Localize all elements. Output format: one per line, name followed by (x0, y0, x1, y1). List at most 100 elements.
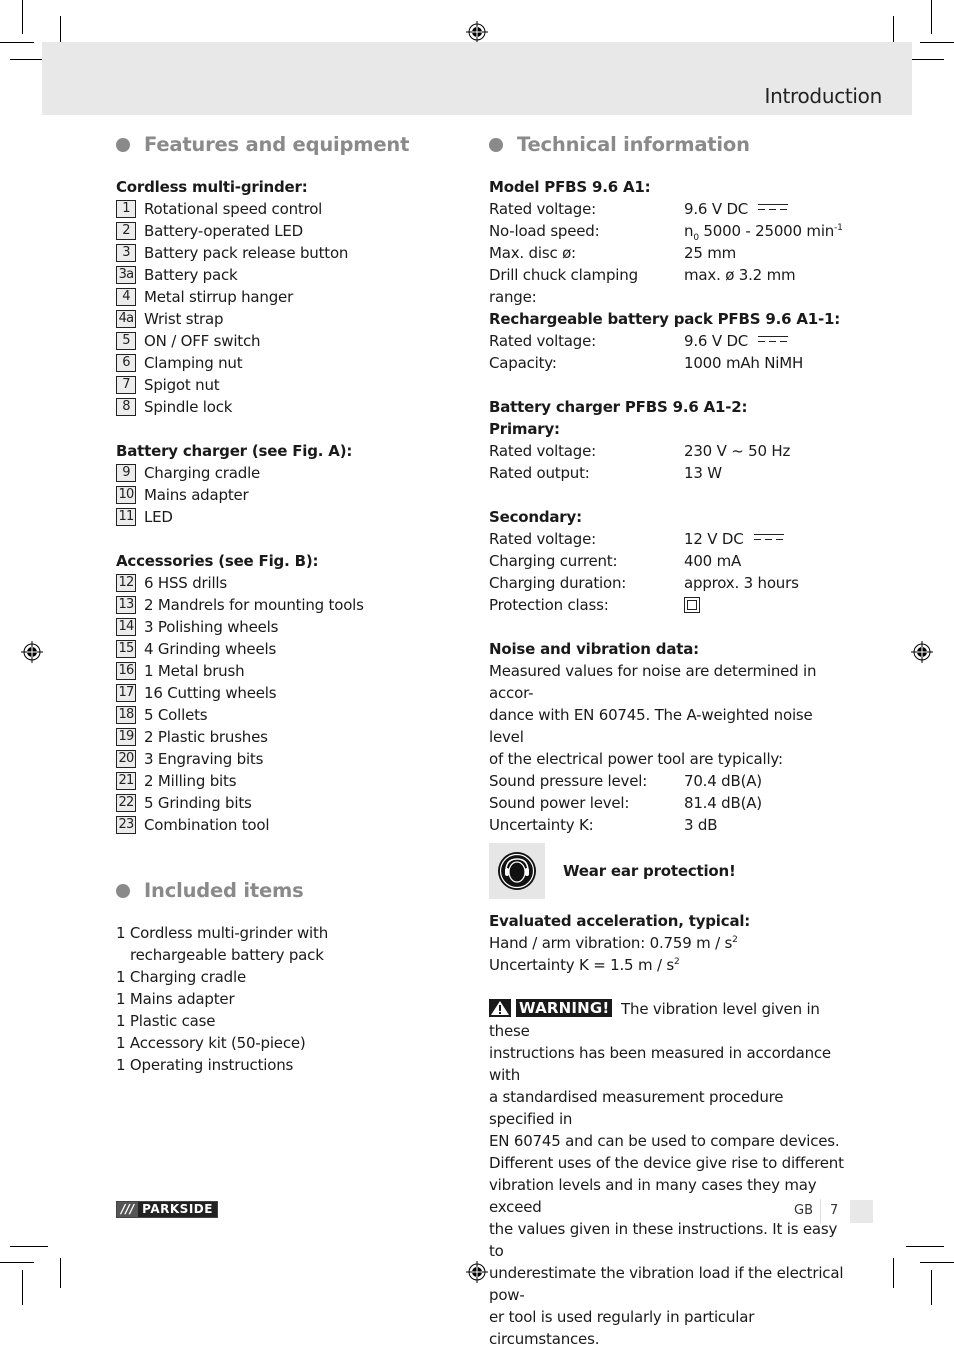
subheading-primary: Primary: (489, 420, 560, 438)
part-number-box: 18 (116, 706, 136, 724)
warning-triangle-icon (489, 998, 511, 1017)
subheading-battery: Rechargeable battery pack PFBS 9.6 A1-1: (489, 310, 841, 328)
item-label: 4 Grinding wheels (144, 640, 277, 658)
text-line: instructions has been measured in accord… (489, 1044, 831, 1084)
subheading-grinder: Cordless multi-grinder: (116, 178, 308, 196)
list-item: 19 2 Plastic brushes (116, 726, 446, 748)
item-label: Spigot nut (144, 376, 220, 394)
list-item: 17 16 Cutting wheels (116, 682, 446, 704)
included-item: 1 Mains adapter (116, 990, 235, 1008)
right-column: Technical information Model PFBS 9.6 A1:… (489, 130, 849, 1350)
item-label: 5 Collets (144, 706, 208, 724)
part-number-box: 5 (116, 332, 136, 350)
spec-row: Sound pressure level: 70.4 dB(A) (489, 772, 762, 790)
crop-mark (10, 1246, 48, 1247)
charger-parts-list: 9 Charging cradle 10 Mains adapter 11 LED (116, 462, 446, 528)
part-number-box: 4 (116, 288, 136, 306)
item-label: Spindle lock (144, 398, 233, 416)
included-item: 1 Operating instructions (116, 1056, 294, 1074)
section-title-included: Included items (116, 876, 446, 906)
item-label: Clamping nut (144, 354, 243, 372)
list-item: 1 Rotational speed control (116, 198, 446, 220)
item-label: 3 Engraving bits (144, 750, 264, 768)
part-number-box: 13 (116, 596, 136, 614)
spec-row: Charging duration: approx. 3 hours (489, 574, 799, 592)
spec-row: Uncertainty K: 3 dB (489, 816, 718, 834)
registration-mark-icon (466, 1261, 488, 1283)
part-number-box: 22 (116, 794, 136, 812)
vibration-warning: WARNING! The vibration level given in th… (489, 998, 849, 1350)
spec-row: Sound power level: 81.4 dB(A) (489, 794, 762, 812)
list-item: 10 Mains adapter (116, 484, 446, 506)
list-item: 16 1 Metal brush (116, 660, 446, 682)
spec-row: Charging current: 400 mA (489, 552, 742, 570)
part-number-box: 16 (116, 662, 136, 680)
part-number-box: 19 (116, 728, 136, 746)
bullet-dot-icon (489, 138, 503, 152)
text-line: a standardised measurement procedure spe… (489, 1088, 784, 1128)
list-item: 11 LED (116, 506, 446, 528)
ear-protection-label: Wear ear protection! (563, 862, 736, 880)
list-item: 3 Battery pack release button (116, 242, 446, 264)
item-label: 3 Polishing wheels (144, 618, 279, 636)
list-item: 4 Metal stirrup hanger (116, 286, 446, 308)
crop-mark (893, 1258, 894, 1288)
part-number-box: 11 (116, 508, 136, 526)
bullet-dot-icon (116, 884, 130, 898)
crop-mark (22, 1270, 23, 1305)
page-tab-box (850, 1200, 873, 1223)
crop-mark (0, 42, 34, 43)
spec-row: Rated output: 13 W (489, 464, 722, 482)
protection-class-ii-icon (684, 596, 700, 613)
list-item: 4a Wrist strap (116, 308, 446, 330)
part-number-box: 4a (116, 310, 136, 328)
list-item: 9 Charging cradle (116, 462, 446, 484)
registration-mark-icon (911, 641, 933, 663)
item-label: Charging cradle (144, 464, 261, 482)
included-item: 1 Charging cradle (116, 968, 246, 986)
list-item: 15 4 Grinding wheels (116, 638, 446, 660)
direct-current-icon (758, 203, 789, 212)
item-label: 6 HSS drills (144, 574, 228, 592)
footer-divider (820, 1199, 821, 1223)
part-number-box: 14 (116, 618, 136, 636)
list-item: 8 Spindle lock (116, 396, 446, 418)
crop-mark (931, 1270, 932, 1305)
list-item: 5 ON / OFF switch (116, 330, 446, 352)
text-line: er tool is used regularly in particular … (489, 1308, 755, 1348)
subheading-acceleration: Evaluated acceleration, typical: (489, 912, 751, 930)
hand-arm-vibration: Hand / arm vibration: 0.759 m / s2 (489, 934, 738, 952)
list-item: 6 Clamping nut (116, 352, 446, 374)
item-label: 2 Plastic brushes (144, 728, 268, 746)
text-line: Different uses of the device give rise t… (489, 1154, 844, 1172)
item-label: 5 Grinding bits (144, 794, 252, 812)
language-code: GB (794, 1203, 813, 1218)
crop-mark (931, 0, 932, 34)
list-item: 2 Battery-operated LED (116, 220, 446, 242)
list-item: 12 6 HSS drills (116, 572, 446, 594)
item-label: 16 Cutting wheels (144, 684, 277, 702)
page-number: 7 (830, 1203, 839, 1218)
list-item: 22 5 Grinding bits (116, 792, 446, 814)
part-number-box: 23 (116, 816, 136, 834)
subheading-accessories: Accessories (see Fig. B): (116, 552, 319, 570)
part-number-box: 6 (116, 354, 136, 372)
spec-row: Rated voltage: 12 V DC (489, 528, 849, 550)
spec-row: Drill chuck clamping range: max. ø 3.2 m… (489, 266, 796, 306)
item-label: Combination tool (144, 816, 270, 834)
item-label: Rotational speed control (144, 200, 323, 218)
item-label: 2 Mandrels for mounting tools (144, 596, 364, 614)
subheading-charger: Battery charger (see Fig. A): (116, 442, 353, 460)
part-number-box: 1 (116, 200, 136, 218)
spec-row: Protection class: (489, 594, 849, 616)
item-label: Battery pack release button (144, 244, 349, 262)
accessories-list: 12 6 HSS drills 13 2 Mandrels for mounting … (116, 572, 446, 836)
part-number-box: 12 (116, 574, 136, 592)
section-title-features: Features and equipment (116, 130, 446, 160)
item-label: Battery-operated LED (144, 222, 304, 240)
included-item: 1 Cordless multi-grinder with rechargeab… (116, 924, 329, 964)
list-item: 3a Battery pack (116, 264, 446, 286)
spec-row: Rated voltage: 230 V ~ 50 Hz (489, 442, 791, 460)
noise-intro-text: Measured values for noise are determined… (489, 660, 849, 770)
included-item: 1 Plastic case (116, 1012, 216, 1030)
